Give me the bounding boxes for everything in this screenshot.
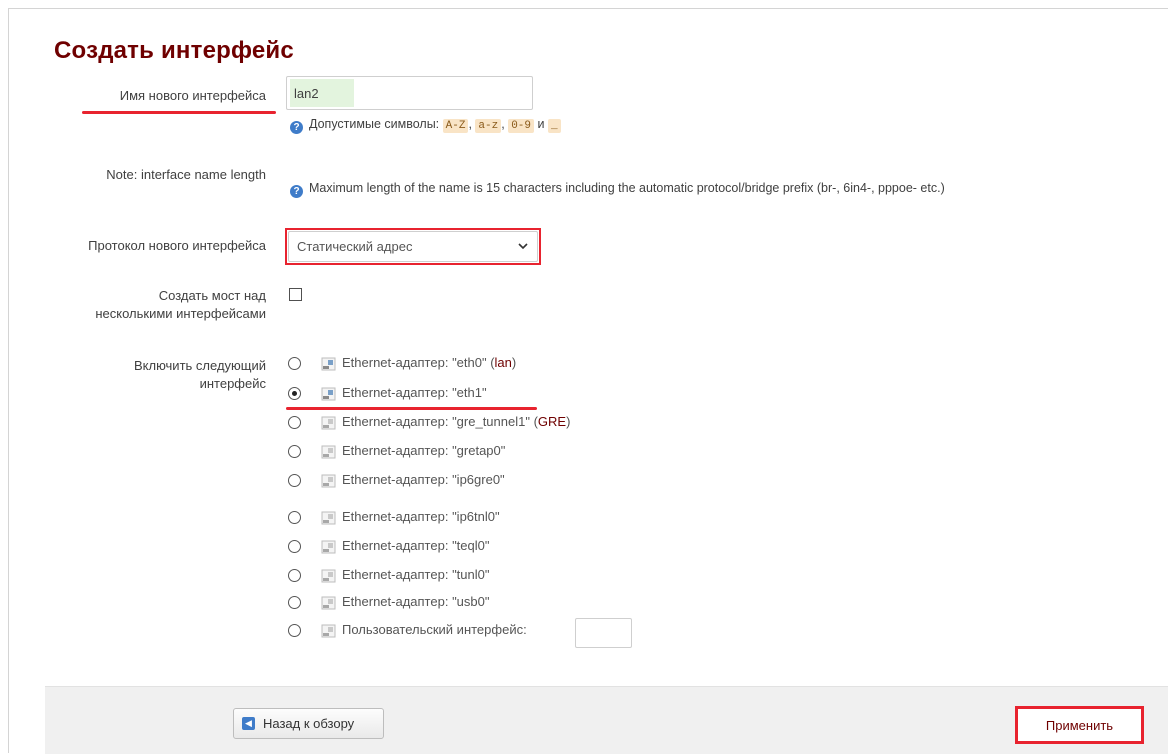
- hint-separator: ,: [501, 117, 505, 131]
- interface-prefix: Ethernet-адаптер:: [342, 538, 449, 553]
- radio-button-selected[interactable]: [288, 387, 301, 400]
- network-port-icon: [321, 540, 336, 554]
- char-range-digits: 0-9: [508, 119, 535, 133]
- interface-option-gretap0[interactable]: Ethernet-адаптер: "gretap0": [288, 442, 688, 462]
- interface-prefix: Ethernet-адаптер:: [342, 414, 449, 429]
- annotation-underline-name: [82, 111, 276, 114]
- page-title: Создать интерфейс: [54, 37, 294, 64]
- network-badge: lan: [494, 355, 512, 370]
- interface-option-eth0[interactable]: Ethernet-адаптер: "eth0" (lan): [288, 354, 688, 374]
- bridge-label-line2: несколькими интерфейсами: [95, 306, 266, 321]
- interface-prefix: Ethernet-адаптер:: [342, 385, 449, 400]
- name-hint: ? Допустимые символы: A-Z, a-z, 0-9 и _: [290, 117, 561, 134]
- back-to-overview-button[interactable]: ◀ Назад к обзору: [233, 708, 384, 739]
- interface-name: "gre_tunnel1": [452, 414, 530, 429]
- interface-option-ip6tnl0[interactable]: Ethernet-адаптер: "ip6tnl0": [288, 508, 688, 528]
- char-range-lowercase: a-z: [475, 119, 502, 133]
- interface-name: "eth1": [452, 385, 487, 400]
- interface-label: Ethernet-адаптер: "tunl0": [342, 567, 489, 582]
- interface-name-input[interactable]: [287, 77, 532, 109]
- interface-name: "ip6gre0": [452, 472, 505, 487]
- radio-button[interactable]: [288, 540, 301, 553]
- interface-prefix: Ethernet-адаптер:: [342, 567, 449, 582]
- radio-button[interactable]: [288, 445, 301, 458]
- interface-label: Ethernet-адаптер: "ip6gre0": [342, 472, 505, 487]
- interface-prefix: Ethernet-адаптер:: [342, 594, 449, 609]
- help-icon: ?: [290, 185, 303, 198]
- interface-option-teql0[interactable]: Ethernet-адаптер: "teql0": [288, 537, 688, 557]
- interface-name: "teql0": [452, 538, 490, 553]
- include-label-line2: интерфейс: [199, 376, 266, 391]
- custom-interface-label: Пользовательский интерфейс:: [342, 622, 527, 637]
- bridge-label: Создать мост над несколькими интерфейсам…: [49, 287, 266, 323]
- back-arrow-icon: ◀: [242, 717, 255, 730]
- interface-label: Ethernet-адаптер: "teql0": [342, 538, 489, 553]
- interface-prefix: Ethernet-адаптер:: [342, 355, 449, 370]
- interface-label: Ethernet-адаптер: "usb0": [342, 594, 489, 609]
- interface-option-custom[interactable]: Пользовательский интерфейс:: [288, 618, 688, 648]
- note-label: Note: interface name length: [106, 167, 266, 182]
- radio-button[interactable]: [288, 416, 301, 429]
- bridge-checkbox[interactable]: [289, 288, 302, 301]
- interface-prefix: Ethernet-адаптер:: [342, 509, 449, 524]
- interface-label: Ethernet-адаптер: "gretap0": [342, 443, 505, 458]
- radio-button[interactable]: [288, 596, 301, 609]
- network-port-icon: [321, 569, 336, 583]
- interface-prefix: Ethernet-адаптер:: [342, 472, 449, 487]
- network-port-icon: [321, 357, 336, 371]
- include-label-line1: Включить следующий: [133, 358, 266, 373]
- interface-label: Ethernet-адаптер: "gre_tunnel1" (GRE): [342, 414, 571, 429]
- network-port-icon: [321, 511, 336, 525]
- note-hint: ? Maximum length of the name is 15 charac…: [290, 181, 945, 198]
- interface-option-eth1[interactable]: Ethernet-адаптер: "eth1": [288, 384, 688, 404]
- bridge-label-line1: Создать мост над: [158, 288, 266, 303]
- radio-button[interactable]: [288, 474, 301, 487]
- char-range-uppercase: A-Z: [442, 119, 469, 133]
- interface-option-usb0[interactable]: Ethernet-адаптер: "usb0": [288, 593, 688, 613]
- interface-prefix: Ethernet-адаптер:: [342, 443, 449, 458]
- radio-button[interactable]: [288, 511, 301, 524]
- network-port-icon: [321, 416, 336, 430]
- radio-button[interactable]: [288, 624, 301, 637]
- network-port-icon: [321, 445, 336, 459]
- interface-label: Ethernet-адаптер: "eth1": [342, 385, 487, 400]
- interface-option-ip6gre0[interactable]: Ethernet-адаптер: "ip6gre0": [288, 471, 688, 491]
- interface-name: "ip6tnl0": [452, 509, 500, 524]
- name-label: Имя нового интерфейса: [119, 88, 266, 103]
- annotation-underline-eth1: [286, 407, 537, 410]
- note-text: Maximum length of the name is 15 charact…: [309, 181, 945, 195]
- protocol-label: Протокол нового интерфейса: [88, 238, 266, 253]
- network-badge: GRE: [537, 414, 567, 429]
- help-icon: ?: [290, 121, 303, 134]
- interface-label: Ethernet-адаптер: "eth0" (lan): [342, 355, 517, 370]
- interface-option-tunl0[interactable]: Ethernet-адаптер: "tunl0": [288, 566, 688, 586]
- include-label: Включить следующий интерфейс: [49, 357, 266, 393]
- interface-name: "tunl0": [452, 567, 490, 582]
- radio-button[interactable]: [288, 569, 301, 582]
- network-port-icon: [321, 624, 336, 638]
- annotation-box-protocol: [285, 228, 541, 265]
- interface-label: Ethernet-адаптер: "ip6tnl0": [342, 509, 500, 524]
- interface-option-gre-tunnel1[interactable]: Ethernet-адаптер: "gre_tunnel1" (GRE): [288, 413, 688, 433]
- apply-button[interactable]: Применить: [1015, 706, 1144, 744]
- interface-name: "gretap0": [452, 443, 506, 458]
- network-port-icon: [321, 387, 336, 401]
- network-port-icon: [321, 596, 336, 610]
- back-button-label: Назад к обзору: [263, 716, 355, 731]
- radio-button[interactable]: [288, 357, 301, 370]
- page-frame: Создать интерфейс Имя нового интерфейса …: [8, 8, 1168, 754]
- char-underscore: _: [547, 119, 561, 133]
- custom-interface-input[interactable]: [575, 618, 632, 648]
- hint-separator: ,: [468, 117, 472, 131]
- hint-and: и: [537, 117, 545, 131]
- form-footer: ◀ Назад к обзору Применить: [45, 686, 1168, 754]
- network-port-icon: [321, 474, 336, 488]
- interface-name: "usb0": [452, 594, 490, 609]
- interface-name-field[interactable]: [286, 76, 533, 110]
- interface-name: "eth0": [452, 355, 487, 370]
- name-hint-prefix: Допустимые символы:: [309, 117, 440, 131]
